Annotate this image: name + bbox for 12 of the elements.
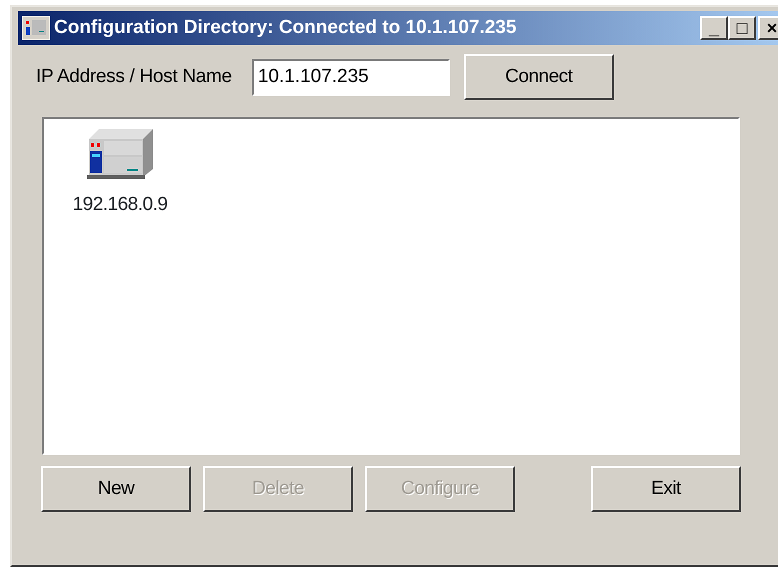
close-button[interactable]: × — [758, 16, 778, 40]
maximize-button[interactable]: □ — [728, 16, 756, 40]
minimize-button[interactable]: _ — [700, 16, 728, 40]
device-label[interactable]: 192.168.0.9 — [70, 191, 170, 220]
action-button[interactable]: Exit — [591, 466, 741, 512]
address-field[interactable]: 10.1.107.235 — [252, 58, 450, 96]
window-title: Configuration Directory: Connected to 10.1.107.235 — [54, 16, 516, 40]
connect-button[interactable]: Connect — [464, 54, 614, 100]
server-icon[interactable] — [87, 129, 153, 179]
app-icon — [22, 16, 50, 40]
action-button[interactable]: New — [41, 466, 191, 512]
address-label: IP Address / Host Name — [36, 64, 232, 89]
